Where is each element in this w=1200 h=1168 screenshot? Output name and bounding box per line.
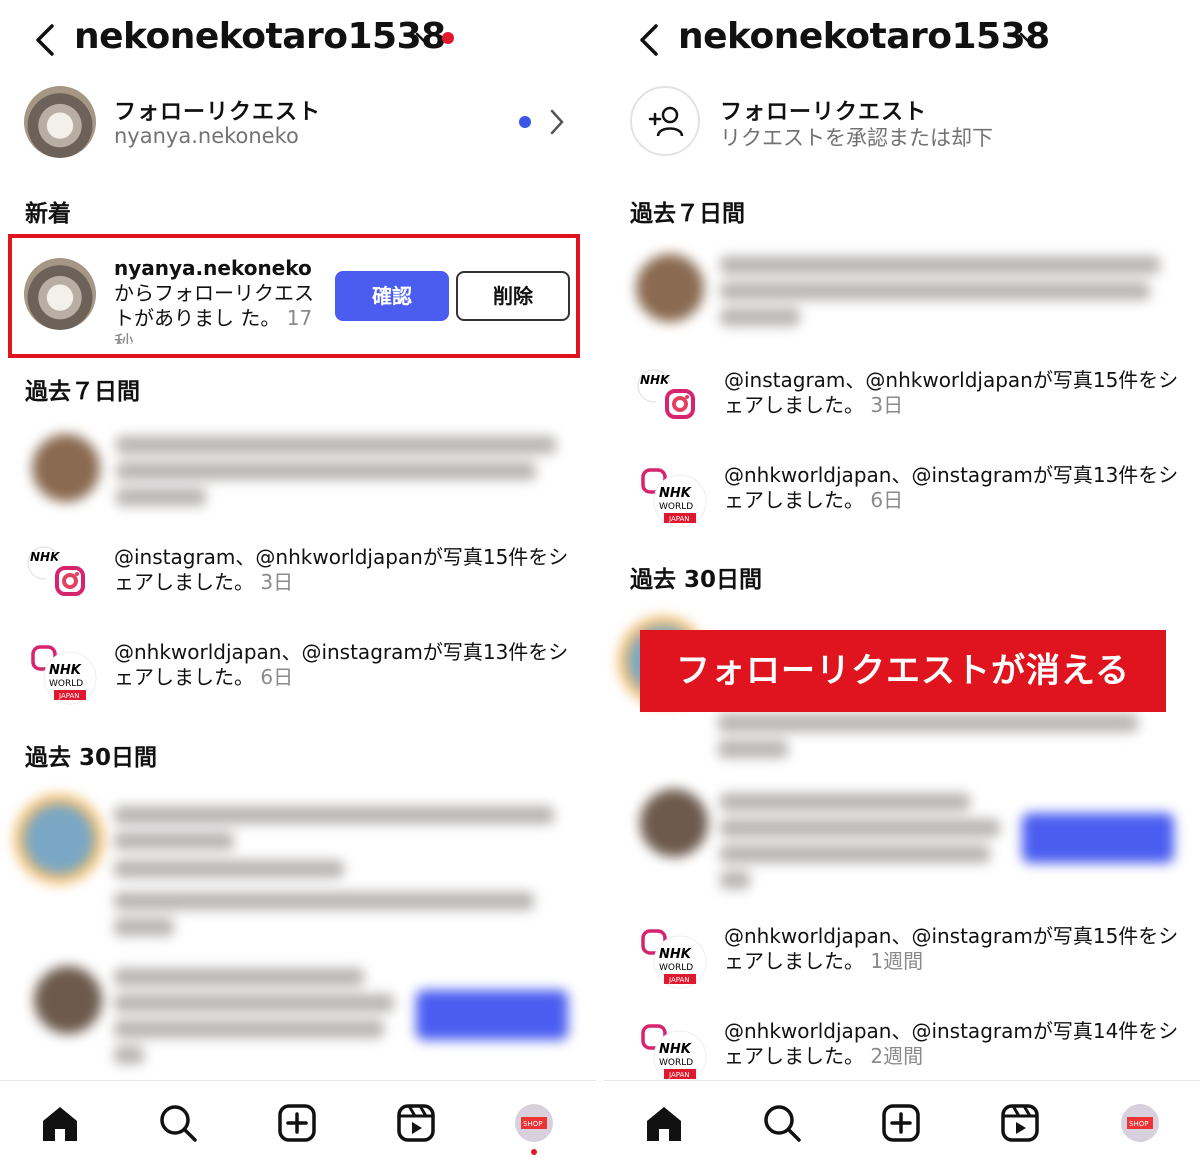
annotation-banner: フォローリクエストが消える: [640, 630, 1166, 712]
svg-text:NHK: NHK: [659, 947, 692, 962]
blurred-notification: [14, 790, 574, 940]
avatar: [24, 86, 96, 158]
nhk-world-icon: NHK WORLD JAPAN: [640, 467, 707, 528]
delete-button[interactable]: 削除: [456, 271, 570, 321]
profile-notification-dot: [531, 1149, 537, 1155]
home-icon[interactable]: [38, 1101, 82, 1145]
back-icon[interactable]: [30, 20, 66, 60]
panel-divider: [596, 0, 604, 1168]
request-username[interactable]: nyanya.nekoneko: [114, 256, 312, 280]
svg-text:JAPAN: JAPAN: [58, 692, 80, 700]
notification-item[interactable]: NHK @instagram、@nhkworldjapanが写真15件をシェアし…: [634, 368, 1194, 438]
notification-text: @nhkworldjapan、@instagramが写真14件をシェアしました。…: [724, 1019, 1179, 1068]
svg-text:WORLD: WORLD: [659, 1058, 693, 1068]
reels-icon[interactable]: [998, 1101, 1042, 1145]
nhk-world-icon: NHK WORLD JAPAN: [30, 644, 97, 705]
section-7days: 過去７日間: [25, 379, 140, 405]
profile-icon[interactable]: SHOP: [512, 1101, 556, 1145]
reels-icon[interactable]: [394, 1101, 438, 1145]
top-bar: nekonekotaro1538: [604, 0, 1200, 80]
section-30days: 過去 30日間: [630, 567, 763, 593]
notification-item[interactable]: NHK WORLD JAPAN @nhkworldjapan、@instagra…: [634, 924, 1194, 994]
request-message: からフォローリクエストがありまし: [114, 281, 314, 330]
search-icon[interactable]: [156, 1101, 200, 1145]
blurred-notification: [24, 430, 564, 510]
notification-item[interactable]: NHK WORLD JAPAN @nhkworldjapan、@instagra…: [634, 463, 1194, 533]
svg-text:JAPAN: JAPAN: [668, 976, 690, 984]
notification-text: @instagram、@nhkworldjapanが写真15件をシェアしました。…: [114, 545, 569, 594]
notification-time: 6日: [870, 488, 904, 512]
notification-item[interactable]: NHK WORLD JAPAN @nhkworldjapan、@instagra…: [634, 1019, 1194, 1089]
profile-icon[interactable]: SHOP: [1118, 1101, 1162, 1145]
notification-item[interactable]: NHK WORLD JAPAN @nhkworldjapan、@instagra…: [24, 640, 584, 710]
nhk-world-icon: NHK WORLD JAPAN: [640, 928, 707, 989]
notification-text: @nhkworldjapan、@instagramが写真13件をシェアしました。…: [724, 463, 1179, 512]
notification-text: @nhkworldjapan、@instagramが写真15件をシェアしました。…: [724, 924, 1179, 973]
follow-request-subtitle: nyanya.nekoneko: [114, 124, 299, 148]
section-7days: 過去７日間: [630, 201, 745, 227]
unread-dot: [519, 116, 531, 128]
notification-time: 3日: [260, 570, 294, 594]
bottom-tab-bar: SHOP: [604, 1080, 1200, 1168]
search-icon[interactable]: [760, 1101, 804, 1145]
create-icon[interactable]: [879, 1101, 923, 1145]
follow-request-title: フォローリクエスト: [114, 100, 322, 125]
svg-text:JAPAN: JAPAN: [668, 1071, 690, 1079]
blurred-notification: [630, 785, 1180, 895]
blurred-notification: [630, 250, 1170, 330]
instagram-nhk-icon: NHK: [637, 369, 704, 428]
svg-text:SHOP: SHOP: [523, 1120, 542, 1128]
follow-request-row[interactable]: フォローリクエスト リクエストを承認または却下: [604, 82, 1200, 162]
svg-text:SHOP: SHOP: [1129, 1120, 1148, 1128]
instagram-nhk-icon: NHK: [27, 546, 94, 605]
bottom-tab-bar: SHOP: [0, 1080, 596, 1168]
notification-time: 6日: [260, 665, 294, 689]
section-30days: 過去 30日間: [25, 745, 158, 771]
request-notification-text: nyanya.nekoneko からフォローリクエストがありまし た。 17秒: [114, 256, 314, 344]
notification-text: @instagram、@nhkworldjapanが写真15件をシェアしました。…: [724, 368, 1179, 417]
notification-text: @nhkworldjapan、@instagramが写真13件をシェアしました。…: [114, 640, 569, 689]
svg-text:NHK: NHK: [659, 1042, 692, 1057]
notification-item[interactable]: NHK @instagram、@nhkworldjapanが写真15件をシェアし…: [24, 545, 584, 615]
request-message-tail: た。: [240, 306, 281, 330]
notification-time: 3日: [870, 393, 904, 417]
follow-request-row[interactable]: フォローリクエスト nyanya.nekoneko: [0, 82, 596, 162]
notification-dot: [442, 32, 454, 44]
confirm-button[interactable]: 確認: [335, 271, 449, 321]
create-icon[interactable]: [275, 1101, 319, 1145]
add-person-icon-wrap: [630, 86, 700, 156]
svg-text:NHK: NHK: [659, 486, 692, 501]
top-bar: nekonekotaro1538: [0, 0, 596, 80]
notification-time: 1週間: [870, 949, 924, 973]
svg-text:JAPAN: JAPAN: [668, 515, 690, 523]
svg-text:NHK: NHK: [49, 663, 82, 678]
notification-time: 2週間: [870, 1044, 924, 1068]
left-screenshot: nekonekotaro1538 フォローリクエスト nyanya.nekone…: [0, 0, 596, 1168]
back-icon[interactable]: [634, 20, 670, 60]
svg-text:WORLD: WORLD: [659, 502, 693, 512]
right-screenshot: nekonekotaro1538 フォローリクエスト リクエストを承認または却下…: [604, 0, 1200, 1168]
section-new: 新着: [25, 201, 71, 227]
add-person-icon: [648, 106, 684, 137]
username-title[interactable]: nekonekotaro1538: [678, 16, 1050, 57]
blurred-notification: [24, 960, 574, 1070]
chevron-down-icon[interactable]: [1018, 30, 1038, 46]
requester-avatar[interactable]: [24, 258, 96, 330]
username-title[interactable]: nekonekotaro1538: [74, 16, 446, 57]
chevron-right-icon: [550, 109, 564, 135]
svg-text:WORLD: WORLD: [49, 679, 83, 689]
svg-text:WORLD: WORLD: [659, 963, 693, 973]
home-icon[interactable]: [642, 1101, 686, 1145]
chevron-down-icon[interactable]: [414, 30, 434, 46]
follow-request-subtitle: リクエストを承認または却下: [720, 126, 993, 150]
